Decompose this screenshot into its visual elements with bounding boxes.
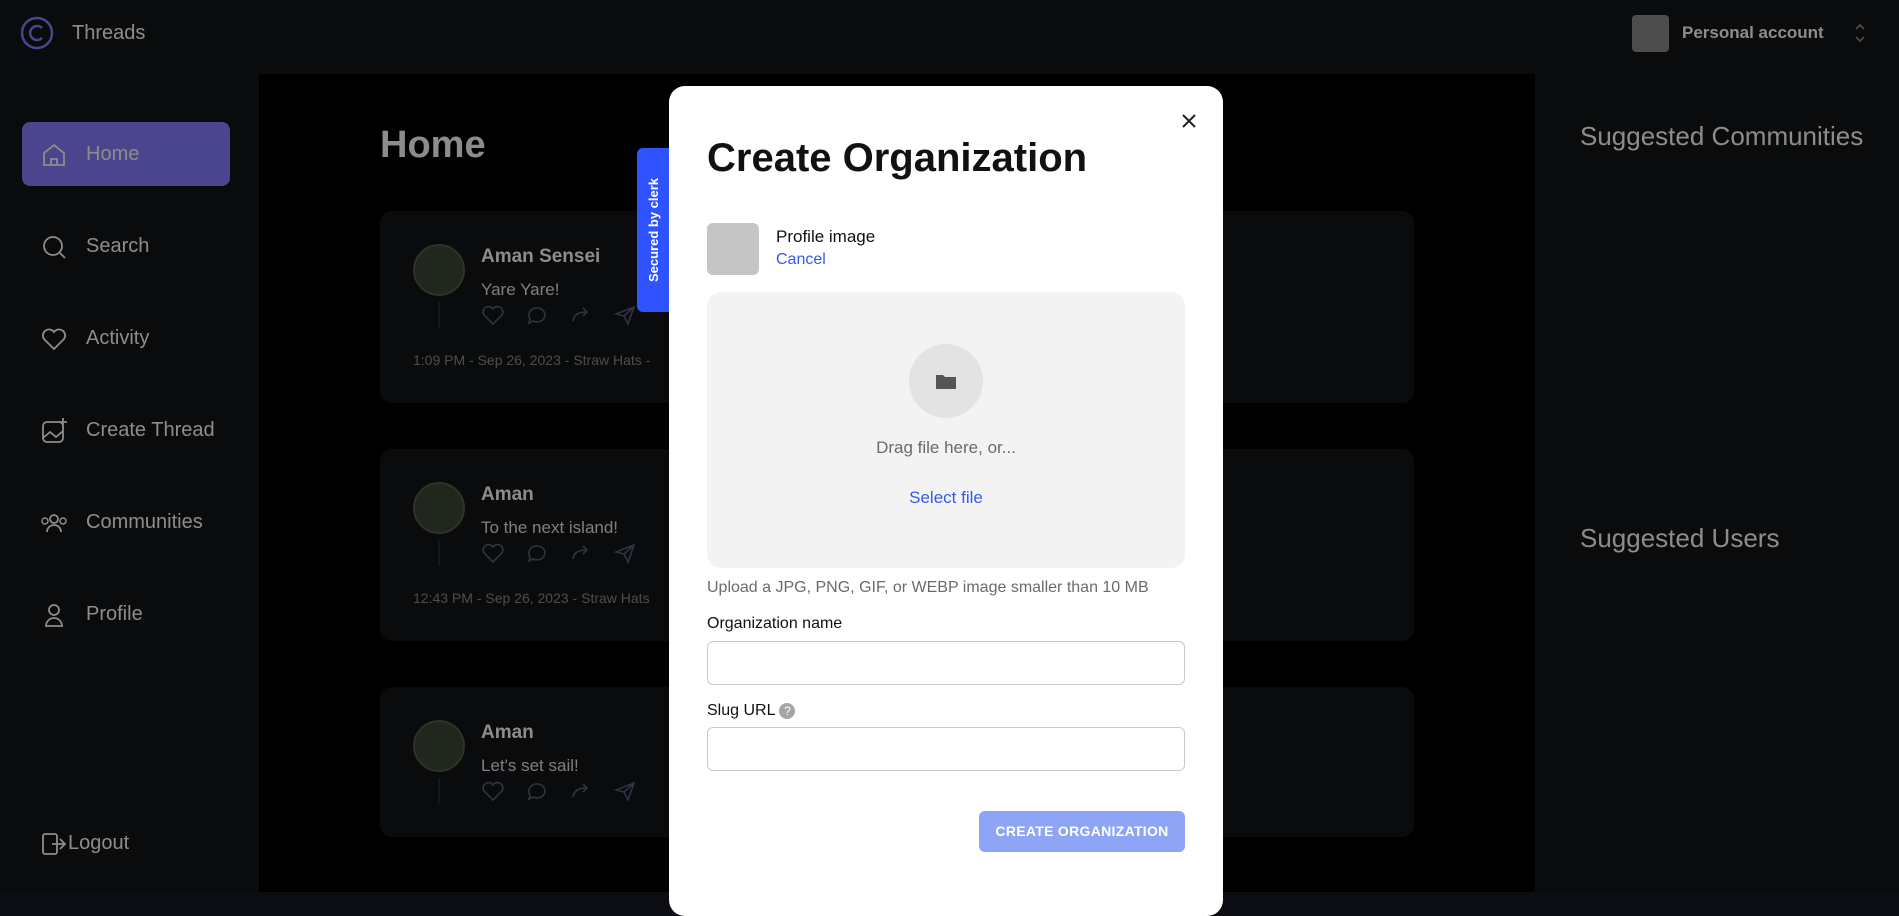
clerk-badge[interactable]: Secured by clerk — [637, 148, 669, 312]
organization-name-input[interactable] — [707, 641, 1185, 685]
create-organization-button[interactable]: CREATE ORGANIZATION — [979, 811, 1185, 852]
file-dropzone[interactable]: Drag file here, or... Select file — [707, 292, 1185, 568]
slug-url-input[interactable] — [707, 727, 1185, 771]
slug-url-label-row: Slug URL? — [707, 702, 796, 720]
slug-url-label: Slug URL — [707, 702, 776, 719]
close-icon[interactable] — [1178, 110, 1200, 132]
cancel-link[interactable]: Cancel — [776, 251, 826, 269]
upload-hint: Upload a JPG, PNG, GIF, or WEBP image sm… — [707, 579, 1149, 596]
help-icon[interactable]: ? — [779, 702, 796, 719]
profile-image-label: Profile image — [776, 227, 876, 246]
folder-icon — [936, 375, 956, 389]
modal-title: Create Organization — [707, 136, 1088, 180]
create-organization-modal: Create Organization Profile image Cancel… — [669, 86, 1223, 916]
select-file-button[interactable]: Select file — [707, 488, 1185, 508]
clerk-badge-text: Secured by clerk — [645, 177, 661, 283]
profile-image-placeholder — [707, 223, 759, 275]
folder-icon-circle — [909, 344, 983, 418]
organization-name-label: Organization name — [707, 615, 843, 632]
drag-file-text: Drag file here, or... — [876, 438, 1016, 457]
